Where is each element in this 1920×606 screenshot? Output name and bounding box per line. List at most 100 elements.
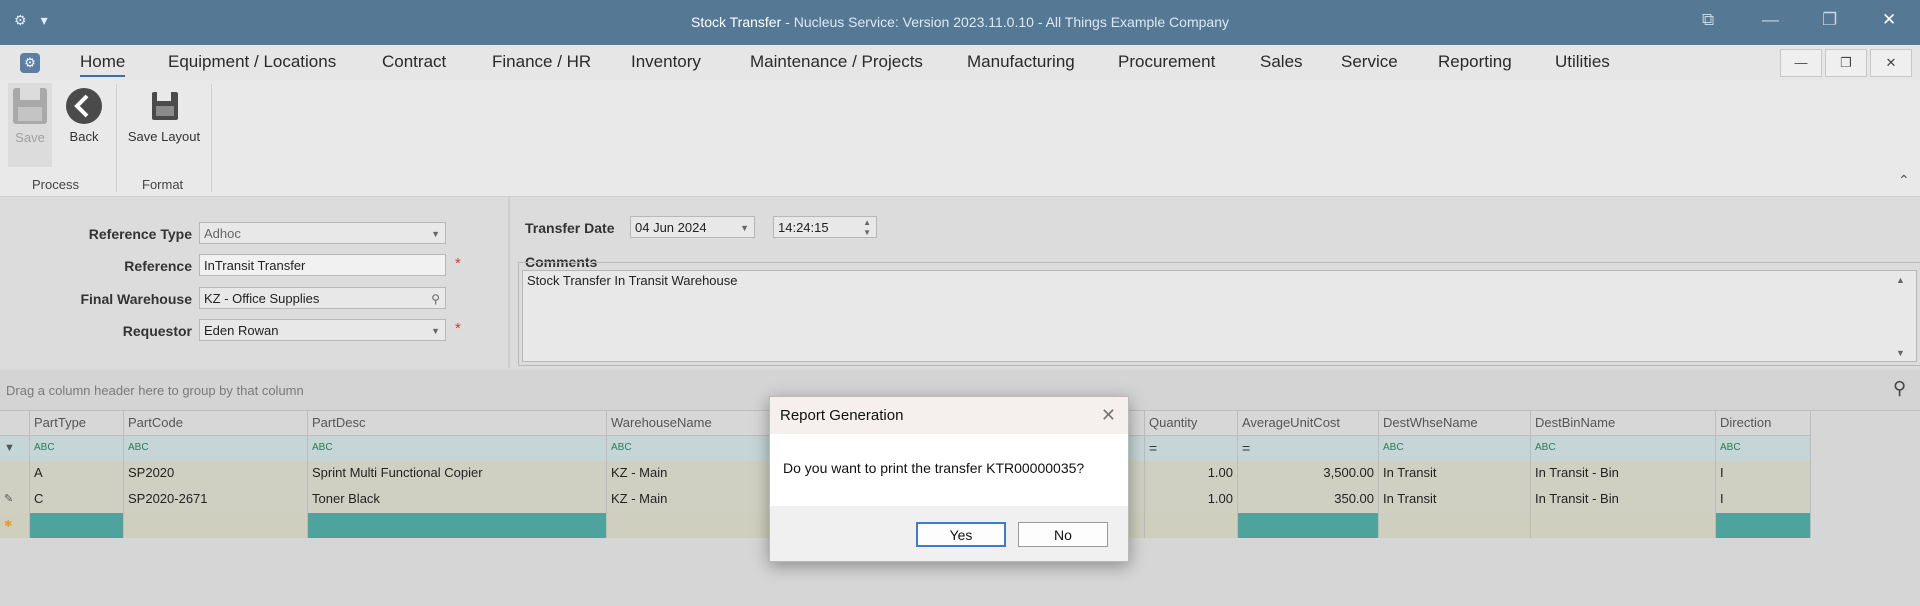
cell-partdesc[interactable]: Toner Black <box>308 487 607 513</box>
cell-destbinname[interactable]: In Transit - Bin <box>1531 487 1716 513</box>
column-header-parttype[interactable]: PartType <box>30 411 124 436</box>
back-button[interactable]: Back <box>62 86 106 144</box>
mdi-minimize-button[interactable]: — <box>1780 49 1822 77</box>
column-header-direction[interactable]: Direction <box>1716 411 1811 436</box>
group-process-label: Process <box>32 177 79 192</box>
filter-cell-parttype[interactable]: ABC <box>30 436 124 461</box>
new-cell-destbinname[interactable] <box>1531 513 1716 538</box>
menu-sales[interactable]: Sales <box>1260 52 1303 72</box>
new-cell-partcode[interactable] <box>124 513 308 538</box>
column-header-quantity[interactable]: Quantity <box>1145 411 1238 436</box>
scroll-up-icon[interactable]: ▲ <box>1896 275 1905 285</box>
requestor-label: Requestor <box>122 323 192 339</box>
edit-pencil-icon[interactable]: ✎ <box>0 487 30 513</box>
dialog-title-text: Report Generation <box>780 407 904 424</box>
new-cell-partdesc[interactable] <box>308 513 607 538</box>
filter-cell-partdesc[interactable]: ABC <box>308 436 607 461</box>
cell-destbinname[interactable]: In Transit - Bin <box>1531 461 1716 487</box>
column-header-destbinname[interactable]: DestBinName <box>1531 411 1716 436</box>
collapse-ribbon-icon[interactable]: ⌃ <box>1898 172 1910 189</box>
cell-parttype[interactable]: C <box>30 487 124 513</box>
column-header-averageunitcost[interactable]: AverageUnitCost <box>1238 411 1379 436</box>
chevron-down-icon: ▼ <box>431 326 440 336</box>
chevron-down-icon: ▼ <box>431 229 440 239</box>
filter-cell-destbinname[interactable]: ABC <box>1531 436 1716 461</box>
search-icon[interactable]: ⚲ <box>1893 378 1906 399</box>
close-icon[interactable]: ✕ <box>1882 10 1896 30</box>
save-icon <box>13 88 47 124</box>
cell-quantity[interactable]: 1.00 <box>1145 487 1238 513</box>
menu-maintenance-projects[interactable]: Maintenance / Projects <box>750 52 923 72</box>
product-title: - Nucleus Service: Version 2023.11.0.10 … <box>781 14 1229 30</box>
save-label: Save <box>15 130 45 145</box>
menu-manufacturing[interactable]: Manufacturing <box>967 52 1075 72</box>
new-cell-quantity[interactable] <box>1145 513 1238 538</box>
restore-layout-icon[interactable]: ⧉ <box>1702 10 1714 30</box>
chevron-down-icon: ▼ <box>740 223 749 233</box>
app-menu-icon[interactable]: ⚙ <box>20 53 40 73</box>
new-cell-averageunitcost[interactable] <box>1238 513 1379 538</box>
transfer-time-spinner[interactable]: 14:24:15 ▲ ▼ <box>773 216 877 238</box>
new-row-icon[interactable]: ✱ <box>0 513 30 538</box>
maximize-icon[interactable]: ❐ <box>1822 10 1837 30</box>
group-format-label: Format <box>142 177 184 192</box>
filter-cell-direction[interactable]: ABC <box>1716 436 1811 461</box>
minimize-icon[interactable]: — <box>1762 10 1779 30</box>
cell-averageunitcost[interactable]: 3,500.00 <box>1238 461 1379 487</box>
menu-utilities[interactable]: Utilities <box>1555 52 1610 72</box>
cell-partcode[interactable]: SP2020 <box>124 461 308 487</box>
cell-direction[interactable]: I <box>1716 461 1811 487</box>
filter-icon[interactable]: ▼ <box>0 436 30 461</box>
row-indicator[interactable] <box>0 461 30 487</box>
requestor-select[interactable]: Eden Rowan ▼ <box>199 319 446 341</box>
scroll-down-icon[interactable]: ▼ <box>1896 348 1905 358</box>
cell-averageunitcost[interactable]: 350.00 <box>1238 487 1379 513</box>
menu-reporting[interactable]: Reporting <box>1438 52 1512 72</box>
cell-quantity[interactable]: 1.00 <box>1145 461 1238 487</box>
no-button[interactable]: No <box>1018 522 1108 547</box>
cell-destwhsename[interactable]: In Transit <box>1379 487 1531 513</box>
comments-textarea[interactable]: Stock Transfer In Transit Warehouse <box>522 270 1917 362</box>
menu-home[interactable]: Home <box>80 52 126 77</box>
reference-type-select[interactable]: Adhoc ▼ <box>199 222 446 244</box>
menu-contract[interactable]: Contract <box>382 52 446 72</box>
menu-finance-hr[interactable]: Finance / HR <box>492 52 591 72</box>
save-button[interactable]: Save <box>8 83 52 167</box>
save-layout-label: Save Layout <box>127 129 201 144</box>
close-icon[interactable]: ✕ <box>1101 397 1116 434</box>
window-title: Stock Transfer - Nucleus Service: Versio… <box>0 14 1920 30</box>
yes-button[interactable]: Yes <box>916 522 1006 547</box>
mdi-close-button[interactable]: ✕ <box>1870 49 1912 77</box>
filter-cell-averageunitcost[interactable]: = <box>1238 436 1379 461</box>
reference-type-label: Reference Type <box>88 226 192 242</box>
cell-parttype[interactable]: A <box>30 461 124 487</box>
menu-equipment-locations[interactable]: Equipment / Locations <box>168 52 336 72</box>
group-hint: Drag a column header here to group by th… <box>6 383 304 398</box>
cell-partcode[interactable]: SP2020-2671 <box>124 487 308 513</box>
new-cell-destwhsename[interactable] <box>1379 513 1531 538</box>
new-cell-direction[interactable] <box>1716 513 1811 538</box>
filter-cell-partcode[interactable]: ABC <box>124 436 308 461</box>
report-generation-dialog: Report Generation ✕ Do you want to print… <box>769 396 1129 562</box>
save-layout-button[interactable]: Save Layout <box>122 86 206 144</box>
menu-procurement[interactable]: Procurement <box>1118 52 1215 72</box>
cell-destwhsename[interactable]: In Transit <box>1379 461 1531 487</box>
search-icon: ⚲ <box>431 292 440 306</box>
menu-inventory[interactable]: Inventory <box>631 52 701 72</box>
transfer-date-picker[interactable]: 04 Jun 2024 ▼ <box>630 216 755 238</box>
menu-service[interactable]: Service <box>1341 52 1398 72</box>
column-header-partdesc[interactable]: PartDesc <box>308 411 607 436</box>
cell-direction[interactable]: I <box>1716 487 1811 513</box>
menu-bar: ⚙ Home Equipment / Locations Contract Fi… <box>0 45 1920 80</box>
cell-partdesc[interactable]: Sprint Multi Functional Copier <box>308 461 607 487</box>
reference-label: Reference <box>124 258 192 274</box>
filter-cell-quantity[interactable]: = <box>1145 436 1238 461</box>
new-cell-parttype[interactable] <box>30 513 124 538</box>
column-header-partcode[interactable]: PartCode <box>124 411 308 436</box>
mdi-restore-button[interactable]: ❐ <box>1825 49 1867 77</box>
reference-input[interactable]: InTransit Transfer <box>199 254 446 276</box>
form-divider <box>508 197 510 368</box>
filter-cell-destwhsename[interactable]: ABC <box>1379 436 1531 461</box>
final-warehouse-lookup[interactable]: KZ - Office Supplies ⚲ <box>199 287 446 309</box>
column-header-destwhsename[interactable]: DestWhseName <box>1379 411 1531 436</box>
